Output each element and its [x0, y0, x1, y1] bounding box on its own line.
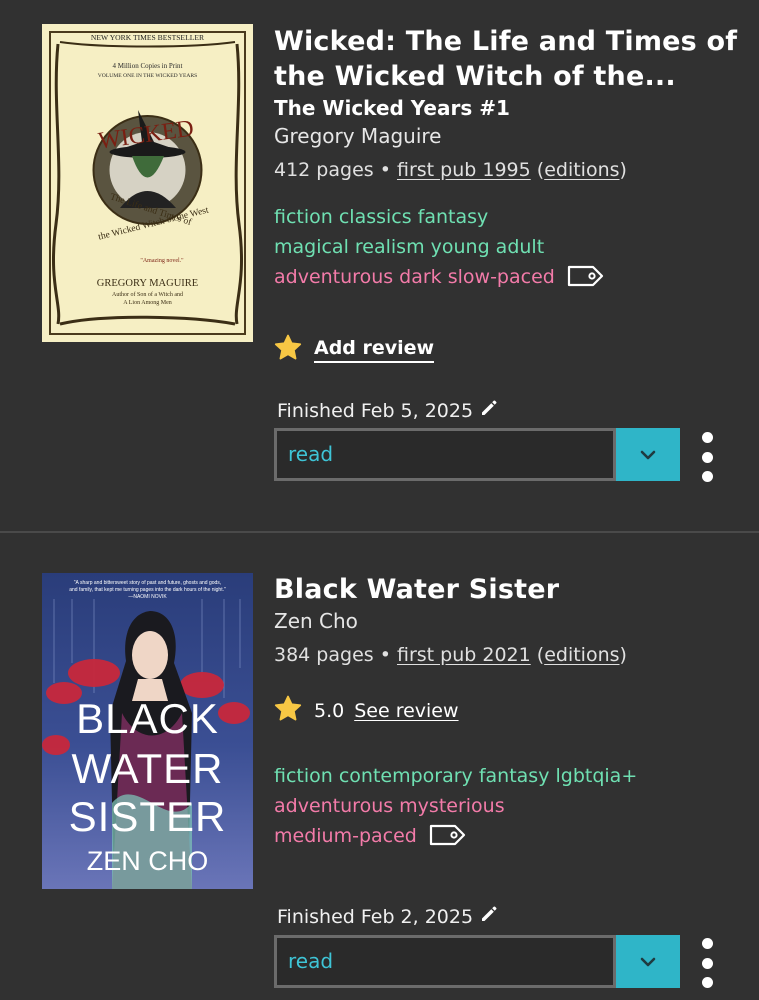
book-author[interactable]: Zen Cho: [274, 607, 744, 635]
book-cover-wicked[interactable]: NEW YORK TIMES BESTSELLER 4 Million Copi…: [42, 24, 253, 342]
shelf-dropdown-button[interactable]: [616, 935, 680, 988]
page-count: 412 pages: [274, 159, 374, 181]
finished-date: Finished Feb 2, 2025: [277, 904, 499, 929]
tag-list: fiction classics fantasy magical realism…: [274, 202, 744, 297]
book-card-black-water-sister: "A sharp and bittersweet story of past a…: [0, 533, 759, 1000]
book-author[interactable]: Gregory Maguire: [274, 122, 744, 150]
editions-link[interactable]: editions: [544, 644, 619, 666]
cover-word-sister: SISTER: [69, 793, 227, 840]
editions-link[interactable]: editions: [544, 159, 619, 181]
finished-label: Finished Feb 2, 2025: [277, 905, 474, 928]
cover-copies: 4 Million Copies in Print: [112, 62, 182, 70]
finished-label: Finished Feb 5, 2025: [277, 399, 474, 422]
mood-tags-line-1[interactable]: adventurous mysterious: [274, 791, 744, 821]
first-pub-link[interactable]: first pub 2021: [397, 644, 531, 666]
cover-author-note-1: Author of Son of a Witch and: [112, 291, 183, 298]
mood-tags-line-2[interactable]: medium-paced: [274, 825, 417, 847]
finished-date: Finished Feb 5, 2025: [277, 398, 499, 423]
more-options-icon[interactable]: [697, 432, 717, 482]
cover-author-note-2: A Lion Among Men: [123, 300, 172, 306]
book-info-black-water-sister: Black Water Sister Zen Cho 384 pages • f…: [274, 572, 744, 856]
paren-close: ): [619, 159, 627, 181]
book-series[interactable]: The Wicked Years #1: [274, 94, 744, 122]
add-review-button[interactable]: Add review: [314, 337, 435, 363]
cover-art-wicked: NEW YORK TIMES BESTSELLER 4 Million Copi…: [42, 24, 253, 342]
book-info-wicked: Wicked: The Life and Times of the Wicked…: [274, 24, 744, 366]
book-title[interactable]: Black Water Sister: [274, 572, 744, 607]
cover-word-black: BLACK: [76, 695, 219, 742]
review-row: Add review: [274, 334, 744, 366]
tag-icon[interactable]: [429, 823, 467, 856]
cover-author-wicked: GREGORY MAGUIRE: [97, 278, 198, 289]
page-count: 384 pages: [274, 644, 374, 666]
mood-tags[interactable]: adventurous dark slow-paced: [274, 266, 555, 288]
rating-value: 5.0: [314, 700, 345, 722]
cover-author-zen-cho: ZEN CHO: [87, 846, 209, 876]
mood-tags-row: adventurous dark slow-paced: [274, 262, 744, 297]
book-meta: 412 pages • first pub 1995 (editions): [274, 156, 744, 184]
cover-word-water: WATER: [72, 745, 224, 792]
cover-blurb-2: and family, that kept me turning pages i…: [69, 587, 226, 593]
cover-quote: "Amazing novel.": [140, 258, 184, 264]
genre-tags-line-2[interactable]: magical realism young adult: [274, 232, 744, 262]
cover-volume: VOLUME ONE IN THE WICKED YEARS: [98, 73, 198, 79]
star-icon: [274, 695, 302, 727]
book-title[interactable]: Wicked: The Life and Times of the Wicked…: [274, 24, 744, 94]
book-card-wicked: NEW YORK TIMES BESTSELLER 4 Million Copi…: [0, 0, 759, 531]
cover-banner: NEW YORK TIMES BESTSELLER: [91, 33, 205, 42]
pencil-icon[interactable]: [479, 904, 499, 929]
shelf-select[interactable]: read: [274, 428, 680, 481]
shelf-dropdown-button[interactable]: [616, 428, 680, 481]
more-options-icon[interactable]: [697, 938, 717, 988]
meta-bullet: •: [379, 644, 391, 666]
cover-art-black-water-sister: "A sharp and bittersweet story of past a…: [42, 573, 253, 889]
see-review-link[interactable]: See review: [354, 700, 458, 722]
cover-blurb-1: "A sharp and bittersweet story of past a…: [74, 580, 221, 586]
chevron-down-icon: [640, 957, 656, 966]
shelf-select[interactable]: read: [274, 935, 680, 988]
cover-blurb-3: —NAOMI NOVIK: [128, 594, 167, 600]
paren-close: ): [619, 644, 627, 666]
shelf-value[interactable]: read: [274, 935, 616, 988]
pencil-icon[interactable]: [479, 398, 499, 423]
first-pub-link[interactable]: first pub 1995: [397, 159, 531, 181]
tag-list: fiction contemporary fantasy lgbtqia+ ad…: [274, 761, 744, 856]
chevron-down-icon: [640, 450, 656, 459]
tag-icon[interactable]: [567, 264, 605, 297]
star-icon: [274, 334, 302, 366]
review-row: 5.0 See review: [274, 695, 744, 727]
book-meta: 384 pages • first pub 2021 (editions): [274, 641, 744, 669]
genre-tags-line-1[interactable]: fiction contemporary fantasy lgbtqia+: [274, 761, 744, 791]
book-cover-black-water-sister[interactable]: "A sharp and bittersweet story of past a…: [42, 573, 253, 889]
shelf-value[interactable]: read: [274, 428, 616, 481]
mood-tags-row: medium-paced: [274, 821, 744, 856]
meta-bullet: •: [379, 159, 391, 181]
genre-tags-line-1[interactable]: fiction classics fantasy: [274, 202, 744, 232]
